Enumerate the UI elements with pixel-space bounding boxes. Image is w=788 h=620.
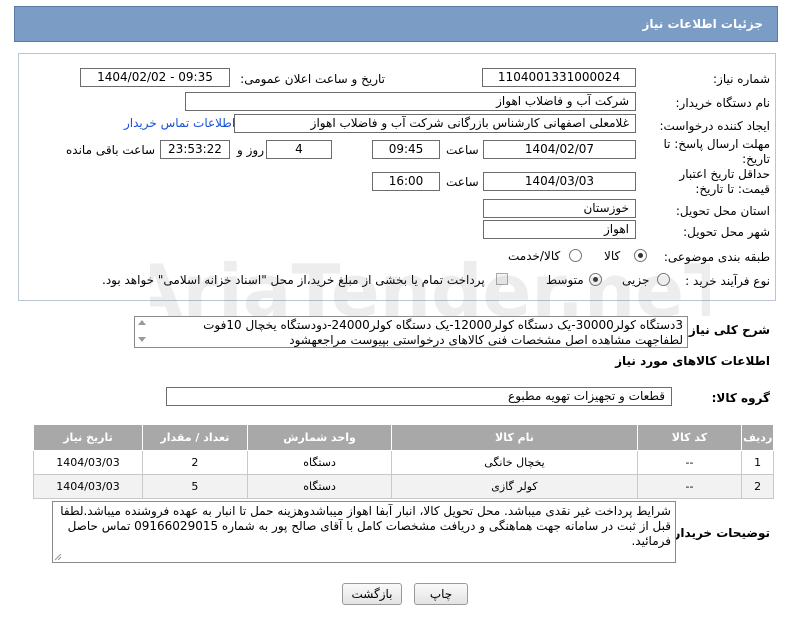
category-goods-label: کالا xyxy=(604,249,621,263)
cell-goods-name: کولر گازی xyxy=(391,474,638,499)
description-label: شرح کلی نیاز: xyxy=(684,323,770,337)
buyer-field[interactable]: شرکت آب و فاضلاب اهواز xyxy=(185,92,636,111)
remaining-time-field[interactable]: 23:53:22 xyxy=(160,140,230,159)
price-time-field[interactable]: 16:00 xyxy=(372,172,440,191)
goods-table: ردیف کد کالا نام کالا واحد شمارش تعداد /… xyxy=(33,424,774,499)
buyer-notes-textarea[interactable]: شرایط پرداخت غیر نقدی میباشد. محل تحویل … xyxy=(52,501,676,563)
col-goods-name: نام کالا xyxy=(391,424,638,451)
resize-handle-icon[interactable] xyxy=(54,553,62,561)
price-deadline-label: حداقل تاریخ اعتبار قیمت: تا تاریخ: xyxy=(679,167,770,196)
process-minor-label: جزیی xyxy=(622,273,650,287)
announce-label: تاریخ و ساعت اعلان عمومی: xyxy=(240,72,385,86)
table-row[interactable]: 2 -- کولر گازی دستگاه 5 1404/03/03 xyxy=(33,474,774,499)
city-field[interactable]: اهواز xyxy=(483,220,636,239)
col-unit: واحد شمارش xyxy=(246,424,393,451)
treasury-payment-checkbox[interactable] xyxy=(496,273,508,285)
category-goods-service-label: کالا/خدمت xyxy=(508,249,561,263)
category-goods-radio[interactable] xyxy=(634,249,647,262)
description-scrollbar[interactable] xyxy=(136,318,148,346)
print-button[interactable]: چاپ xyxy=(414,583,468,605)
send-date-field[interactable]: 1404/02/07 xyxy=(483,140,636,159)
send-time-field[interactable]: 09:45 xyxy=(372,140,440,159)
cell-unit: دستگاه xyxy=(246,474,393,499)
cell-row-number: 2 xyxy=(741,474,774,499)
price-time-label: ساعت xyxy=(446,175,479,189)
process-medium-label: متوسط xyxy=(546,273,584,287)
buyer-notes-label: توضیحات خریدار: xyxy=(668,526,770,540)
remaining-time-label: ساعت باقی مانده xyxy=(66,143,156,157)
process-minor-radio[interactable] xyxy=(657,273,670,286)
province-field[interactable]: خوزستان xyxy=(483,199,636,218)
announce-datetime-field[interactable]: 1404/02/02 - 09:35 xyxy=(80,68,230,87)
city-label: شهر محل تحویل: xyxy=(683,225,770,239)
cell-goods-code: -- xyxy=(636,450,743,475)
goods-info-title: اطلاعات کالاهای مورد نیاز xyxy=(615,354,770,368)
process-label: نوع فرآیند خرید : xyxy=(685,274,770,288)
cell-quantity: 2 xyxy=(142,450,248,475)
col-row-number: ردیف xyxy=(741,424,774,451)
province-label: استان محل تحویل: xyxy=(675,204,770,218)
category-goods-service-radio[interactable] xyxy=(569,249,582,262)
requester-field[interactable]: غلامعلی اصفهانی کارشناس بازرگانی شرکت آب… xyxy=(234,114,636,133)
cell-goods-name: یخچال خانگی xyxy=(391,450,638,475)
table-row[interactable]: 1 -- یخچال خانگی دستگاه 2 1404/03/03 xyxy=(33,450,774,475)
cell-quantity: 5 xyxy=(142,474,248,499)
col-goods-code: کد کالا xyxy=(636,424,743,451)
description-textarea[interactable]: 3دستگاه کولر30000-یک دستگاه کولر12000-یک… xyxy=(134,316,688,348)
goods-group-field[interactable]: قطعات و تجهیزات تهویه مطبوع xyxy=(166,387,672,406)
cell-need-date: 1404/03/03 xyxy=(33,474,143,499)
goods-group-label: گروه کالا: xyxy=(711,391,770,405)
send-time-label: ساعت xyxy=(446,143,479,157)
days-label: روز و xyxy=(237,143,264,157)
days-remaining-field[interactable]: 4 xyxy=(266,140,332,159)
need-number-field[interactable]: 1104001331000024 xyxy=(482,68,636,87)
process-medium-radio[interactable] xyxy=(589,273,602,286)
col-quantity: تعداد / مقدار xyxy=(142,424,248,451)
requester-label: ایجاد کننده درخواست: xyxy=(659,119,770,133)
col-need-date: تاریخ نیاز xyxy=(33,424,143,451)
cell-unit: دستگاه xyxy=(246,450,393,475)
cell-row-number: 1 xyxy=(741,450,774,475)
need-number-label: شماره نیاز: xyxy=(713,72,770,86)
cell-need-date: 1404/03/03 xyxy=(33,450,143,475)
table-header-row: ردیف کد کالا نام کالا واحد شمارش تعداد /… xyxy=(33,424,774,451)
page-title: جزئیات اطلاعات نیاز xyxy=(14,6,778,42)
treasury-payment-text: پرداخت تمام یا بخشی از مبلغ خرید،از محل … xyxy=(102,273,485,287)
cell-goods-code: -- xyxy=(636,474,743,499)
category-label: طبقه بندی موضوعی: xyxy=(663,250,770,264)
buyer-contact-link[interactable]: اطلاعات تماس خریدار xyxy=(124,116,235,130)
send-deadline-label: مهلت ارسال پاسخ: تا تاریخ: xyxy=(663,137,770,166)
price-date-field[interactable]: 1404/03/03 xyxy=(483,172,636,191)
buyer-label: نام دستگاه خریدار: xyxy=(675,96,771,110)
back-button[interactable]: بازگشت xyxy=(342,583,402,605)
